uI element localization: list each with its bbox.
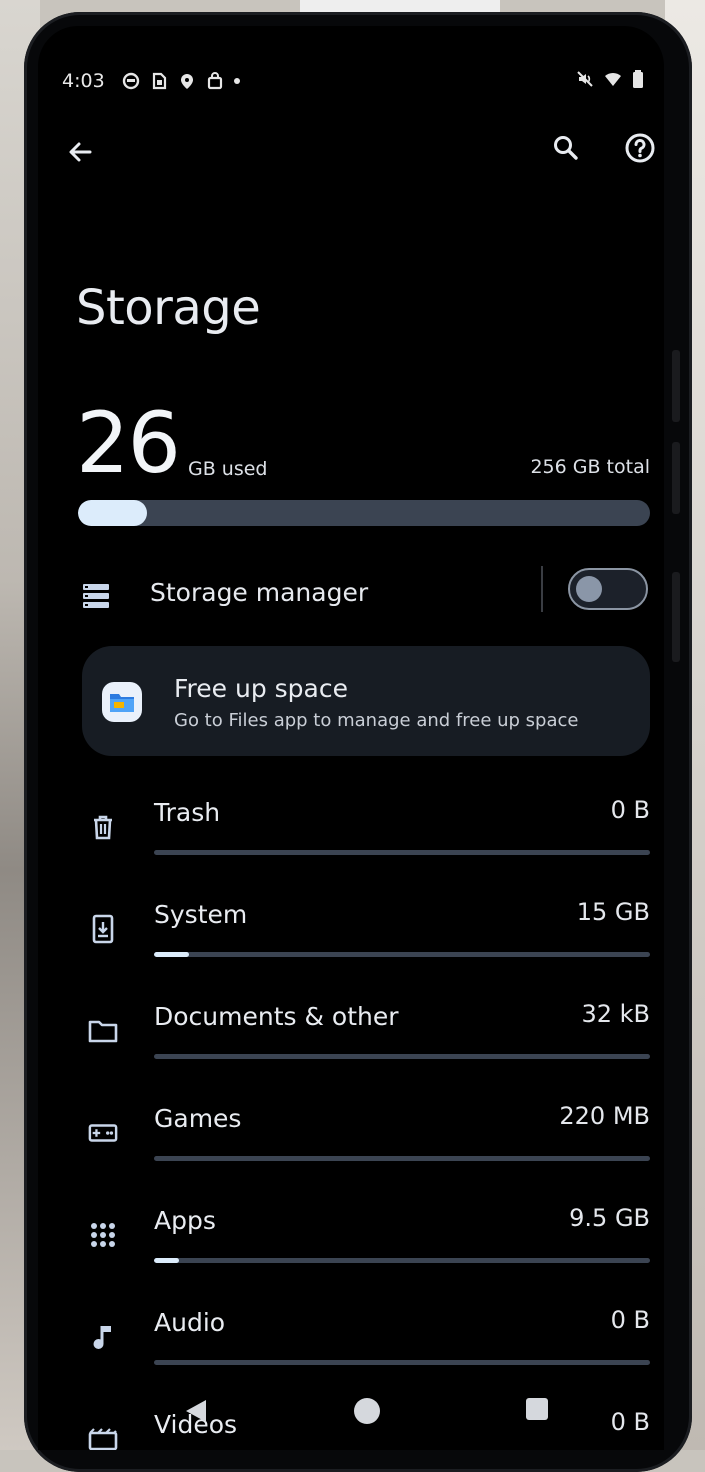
arrow-back-icon bbox=[69, 142, 92, 162]
status-left-icons bbox=[122, 72, 240, 90]
category-usage-fill bbox=[154, 1258, 179, 1263]
category-system[interactable]: System 15 GB bbox=[38, 884, 664, 986]
storage-manager-icon bbox=[82, 583, 110, 613]
status-more-dot bbox=[234, 78, 240, 84]
category-size: 220 MB bbox=[559, 1102, 650, 1130]
sim-card-icon bbox=[152, 72, 167, 90]
storage-usage-fill bbox=[78, 500, 147, 526]
battery-icon bbox=[633, 70, 643, 88]
category-usage-bar bbox=[154, 952, 650, 957]
storage-manager-label[interactable]: Storage manager bbox=[150, 578, 368, 607]
wifi-icon bbox=[605, 72, 621, 86]
category-audio[interactable]: Audio 0 B bbox=[38, 1292, 664, 1394]
category-label: Audio bbox=[154, 1308, 226, 1337]
category-trash[interactable]: Trash 0 B bbox=[38, 782, 664, 884]
category-size: 0 B bbox=[610, 1408, 650, 1436]
side-button bbox=[672, 350, 680, 422]
side-button bbox=[672, 442, 680, 514]
nav-recents-button[interactable] bbox=[526, 1398, 548, 1420]
search-icon bbox=[554, 136, 578, 160]
system-update-icon bbox=[88, 914, 118, 944]
used-storage-value: 26 bbox=[76, 394, 181, 492]
category-games[interactable]: Games 220 MB bbox=[38, 1088, 664, 1190]
trash-icon bbox=[88, 812, 118, 842]
free-up-space-title: Free up space bbox=[174, 674, 348, 703]
category-label: Documents & other bbox=[154, 1002, 399, 1031]
category-size: 15 GB bbox=[576, 898, 650, 926]
help-button[interactable] bbox=[618, 126, 662, 170]
files-app-icon bbox=[102, 682, 142, 722]
category-size: 0 B bbox=[610, 1306, 650, 1334]
gamepad-icon bbox=[88, 1118, 118, 1148]
category-label: Apps bbox=[154, 1206, 216, 1235]
mute-icon bbox=[577, 71, 593, 87]
category-label: Games bbox=[154, 1104, 242, 1133]
category-label: System bbox=[154, 900, 248, 929]
status-time: 4:03 bbox=[62, 70, 105, 92]
status-right-icons bbox=[576, 70, 644, 88]
free-up-space-card[interactable]: Free up space Go to Files app to manage … bbox=[82, 646, 650, 756]
category-usage-bar bbox=[154, 1054, 650, 1059]
category-videos[interactable]: Videos 0 B bbox=[38, 1394, 664, 1450]
category-size: 9.5 GB bbox=[569, 1204, 650, 1232]
category-usage-bar bbox=[154, 850, 650, 855]
nav-back-icon bbox=[186, 1400, 206, 1422]
notification-icon bbox=[122, 72, 140, 90]
storage-usage-bar bbox=[78, 500, 650, 526]
toggle-knob bbox=[576, 576, 602, 602]
category-usage-bar bbox=[154, 1258, 650, 1263]
apps-grid-icon bbox=[88, 1220, 118, 1250]
category-usage-bar bbox=[154, 1360, 650, 1365]
category-apps[interactable]: Apps 9.5 GB bbox=[38, 1190, 664, 1292]
page-title: Storage bbox=[76, 280, 261, 336]
location-icon bbox=[181, 74, 193, 89]
nav-back-button[interactable] bbox=[184, 1398, 208, 1428]
screen: 4:03 Storage 26 GB used 256 GB total Sto… bbox=[38, 26, 664, 1450]
side-button bbox=[672, 572, 680, 662]
nav-home-button[interactable] bbox=[354, 1398, 380, 1424]
category-size: 32 kB bbox=[581, 1000, 650, 1028]
category-size: 0 B bbox=[610, 796, 650, 824]
category-documents[interactable]: Documents & other 32 kB bbox=[38, 986, 664, 1088]
music-note-icon bbox=[88, 1322, 118, 1352]
used-storage-unit: GB used bbox=[188, 458, 268, 480]
folder-icon bbox=[88, 1016, 118, 1046]
movie-icon bbox=[88, 1424, 118, 1450]
divider bbox=[541, 566, 543, 612]
help-icon bbox=[625, 133, 655, 163]
category-usage-bar bbox=[154, 1156, 650, 1161]
shopping-bag-icon bbox=[207, 72, 223, 90]
storage-manager-toggle[interactable] bbox=[568, 568, 648, 610]
category-usage-fill bbox=[154, 952, 189, 957]
free-up-space-subtitle: Go to Files app to manage and free up sp… bbox=[174, 710, 579, 731]
total-storage: 256 GB total bbox=[530, 456, 650, 478]
back-button[interactable] bbox=[58, 130, 102, 174]
search-button[interactable] bbox=[544, 126, 588, 170]
category-label: Trash bbox=[154, 798, 221, 827]
